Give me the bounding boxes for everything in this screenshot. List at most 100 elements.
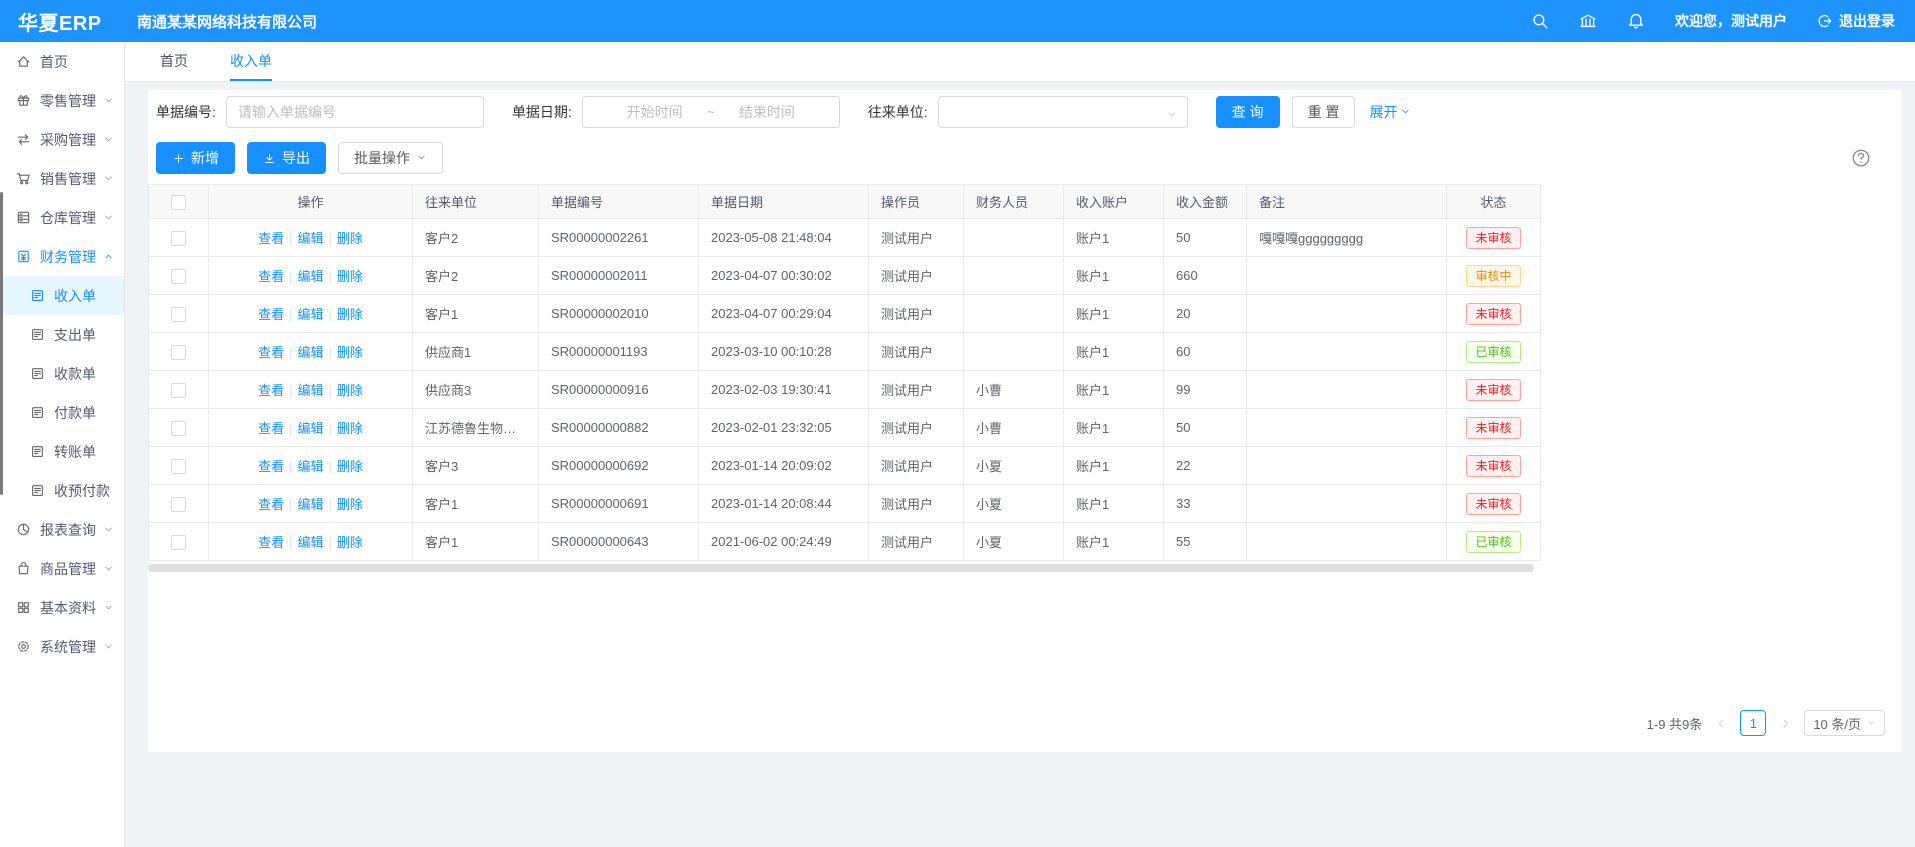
- cell-operator: 测试用户: [869, 447, 964, 485]
- row-action-view[interactable]: 查看: [258, 345, 284, 360]
- next-page-button[interactable]: [1774, 711, 1796, 735]
- row-checkbox[interactable]: [171, 421, 186, 436]
- cell-income-amount: 50: [1164, 409, 1247, 447]
- row-action-delete[interactable]: 删除: [337, 231, 363, 246]
- sidebar-item-system[interactable]: 系统管理: [0, 627, 124, 666]
- row-checkbox[interactable]: [171, 307, 186, 322]
- row-action-edit[interactable]: 编辑: [297, 307, 323, 322]
- expand-link[interactable]: 展开: [1369, 102, 1411, 122]
- sidebar-item-home[interactable]: 首页: [0, 42, 124, 81]
- table-row: 查看|编辑|删除客户2SR000000020112023-04-07 00:30…: [149, 257, 1541, 295]
- cell-actions: 查看|编辑|删除: [209, 447, 413, 485]
- row-action-edit[interactable]: 编辑: [297, 497, 323, 512]
- search-button[interactable]: 查 询: [1216, 96, 1280, 128]
- row-action-view[interactable]: 查看: [258, 421, 284, 436]
- cell-finance-staff: 小夏: [964, 447, 1064, 485]
- row-action-delete[interactable]: 删除: [337, 421, 363, 436]
- bell-icon[interactable]: [1627, 12, 1645, 30]
- row-checkbox[interactable]: [171, 497, 186, 512]
- select-all-checkbox[interactable]: [171, 195, 186, 210]
- sidebar-scrollbar[interactable]: [0, 192, 3, 495]
- sidebar-item-sales[interactable]: 销售管理: [0, 159, 124, 198]
- partner-select[interactable]: [938, 96, 1188, 128]
- sidebar-item-income-receipt[interactable]: 收入单: [0, 276, 124, 315]
- row-action-delete[interactable]: 删除: [337, 383, 363, 398]
- help-icon[interactable]: [1851, 148, 1871, 168]
- row-action-view[interactable]: 查看: [258, 269, 284, 284]
- row-action-delete[interactable]: 删除: [337, 269, 363, 284]
- cell-income-amount: 55: [1164, 523, 1247, 561]
- cell-finance-staff: 小夏: [964, 485, 1064, 523]
- sidebar-item-purchase[interactable]: 采购管理: [0, 120, 124, 159]
- gift-icon: [16, 93, 31, 108]
- row-action-view[interactable]: 查看: [258, 383, 284, 398]
- row-action-delete[interactable]: 删除: [337, 535, 363, 550]
- sidebar-item-finance[interactable]: 财务管理: [0, 237, 124, 276]
- row-action-edit[interactable]: 编辑: [297, 383, 323, 398]
- sidebar-item-advance-receipt[interactable]: 收预付款: [0, 471, 124, 510]
- row-action-view[interactable]: 查看: [258, 459, 284, 474]
- sidebar-item-collection-receipt[interactable]: 收款单: [0, 354, 124, 393]
- bank-icon[interactable]: [1579, 12, 1597, 30]
- prev-page-button[interactable]: [1710, 711, 1732, 735]
- table-horizontal-scrollbar[interactable]: [148, 564, 1540, 572]
- range-separator: ~: [703, 104, 719, 120]
- tab-income-receipt[interactable]: 收入单: [230, 42, 272, 81]
- search-icon[interactable]: [1531, 12, 1549, 30]
- row-checkbox[interactable]: [171, 345, 186, 360]
- cell-bill-no: SR00000002010: [539, 295, 699, 333]
- row-checkbox[interactable]: [171, 231, 186, 246]
- cell-remark: [1247, 523, 1447, 561]
- cell-finance-staff: [964, 333, 1064, 371]
- sidebar-item-reports[interactable]: 报表查询: [0, 510, 124, 549]
- cell-income-amount: 660: [1164, 257, 1247, 295]
- column-header-income-account: 收入账户: [1064, 185, 1164, 219]
- export-button[interactable]: 导出: [247, 142, 326, 174]
- sidebar-item-expense-receipt[interactable]: 支出单: [0, 315, 124, 354]
- row-action-view[interactable]: 查看: [258, 231, 284, 246]
- welcome-text: 欢迎您，测试用户: [1675, 11, 1787, 31]
- add-button[interactable]: 新增: [156, 142, 235, 174]
- row-action-edit[interactable]: 编辑: [297, 421, 323, 436]
- row-action-edit[interactable]: 编辑: [297, 345, 323, 360]
- row-action-edit[interactable]: 编辑: [297, 459, 323, 474]
- tab-home[interactable]: 首页: [160, 42, 188, 81]
- sidebar-item-goods[interactable]: 商品管理: [0, 549, 124, 588]
- cell-finance-staff: [964, 219, 1064, 257]
- row-checkbox[interactable]: [171, 535, 186, 550]
- row-action-edit[interactable]: 编辑: [297, 535, 323, 550]
- row-action-delete[interactable]: 删除: [337, 459, 363, 474]
- row-checkbox[interactable]: [171, 459, 186, 474]
- cell-income-account: 账户1: [1064, 219, 1164, 257]
- page-number-button[interactable]: 1: [1740, 710, 1766, 736]
- logout-button[interactable]: 退出登录: [1817, 11, 1895, 31]
- date-end-input[interactable]: [719, 104, 815, 120]
- date-range-picker[interactable]: ~: [582, 96, 840, 128]
- sidebar-item-payment-receipt[interactable]: 付款单: [0, 393, 124, 432]
- row-action-view[interactable]: 查看: [258, 307, 284, 322]
- row-action-delete[interactable]: 删除: [337, 307, 363, 322]
- batch-operations-button[interactable]: 批量操作: [338, 142, 443, 174]
- row-checkbox[interactable]: [171, 383, 186, 398]
- cell-operator: 测试用户: [869, 295, 964, 333]
- sidebar-item-transfer-receipt[interactable]: 转账单: [0, 432, 124, 471]
- row-action-delete[interactable]: 删除: [337, 345, 363, 360]
- row-action-edit[interactable]: 编辑: [297, 269, 323, 284]
- row-action-edit[interactable]: 编辑: [297, 231, 323, 246]
- sidebar-item-warehouse[interactable]: 仓库管理: [0, 198, 124, 237]
- row-action-view[interactable]: 查看: [258, 497, 284, 512]
- sidebar-menu: 首页零售管理采购管理销售管理仓库管理财务管理收入单支出单收款单付款单转账单收预付…: [0, 42, 124, 666]
- sidebar-item-basic-data[interactable]: 基本资料: [0, 588, 124, 627]
- bill-no-input[interactable]: [226, 96, 484, 128]
- cell-bill-date: 2023-04-07 00:29:04: [699, 295, 869, 333]
- page-size-select[interactable]: 10 条/页: [1804, 710, 1885, 736]
- swap-icon: [16, 132, 31, 147]
- sidebar-item-retail[interactable]: 零售管理: [0, 81, 124, 120]
- cell-finance-staff: 小曹: [964, 409, 1064, 447]
- date-start-input[interactable]: [607, 104, 703, 120]
- reset-button[interactable]: 重 置: [1292, 96, 1356, 128]
- doc-icon: [30, 405, 45, 420]
- row-action-delete[interactable]: 删除: [337, 497, 363, 512]
- row-checkbox[interactable]: [171, 269, 186, 284]
- row-action-view[interactable]: 查看: [258, 535, 284, 550]
